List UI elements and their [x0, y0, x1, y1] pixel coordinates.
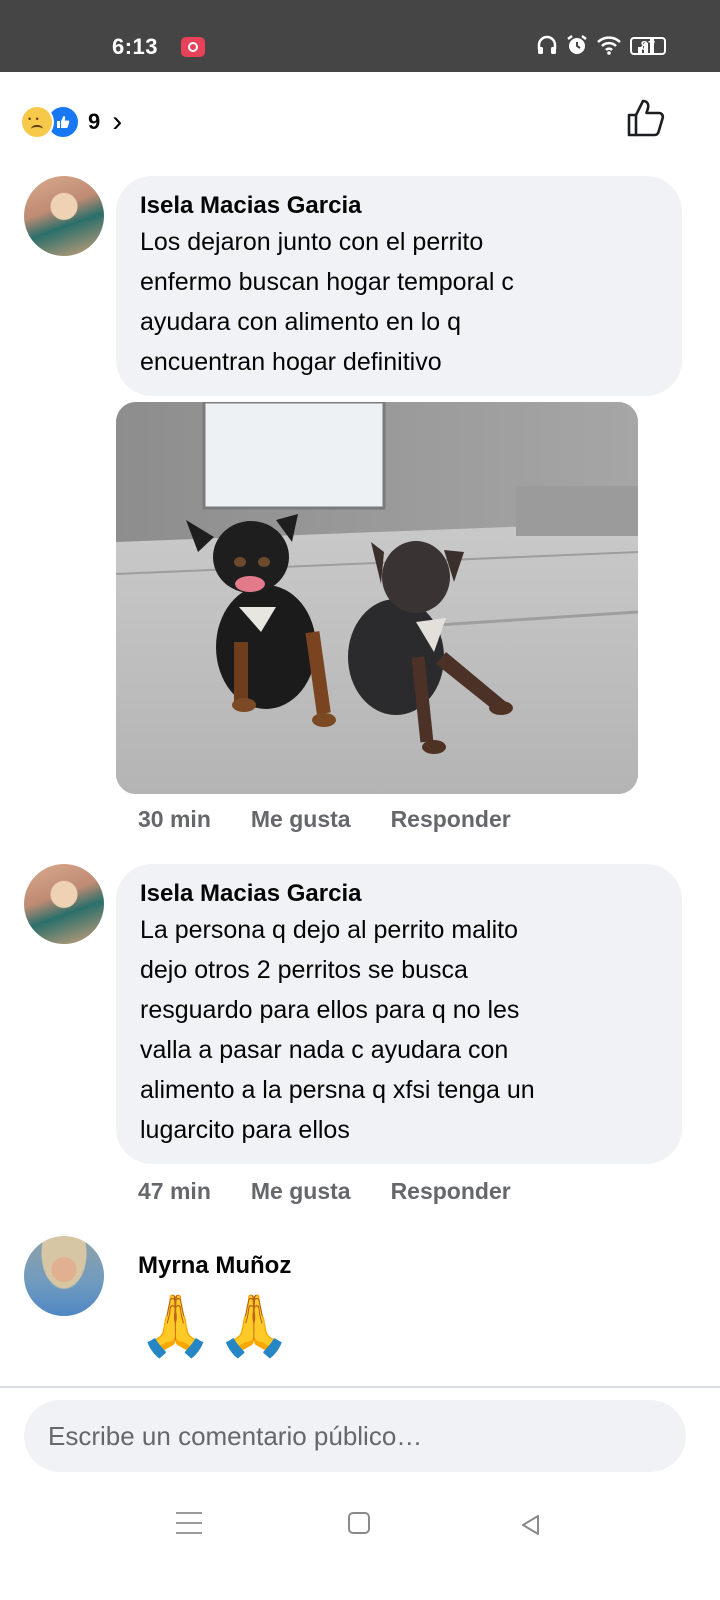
alarm-icon: [567, 35, 587, 54]
screen-record-icon: [181, 37, 205, 57]
comment-bubble[interactable]: Isela Macias Garcia Los dejaron junto co…: [116, 176, 682, 396]
comment-text-line: ayudara con alimento en lo q: [140, 308, 462, 336]
status-time: 6:13: [112, 34, 159, 59]
comment-author[interactable]: Isela Macias Garcia: [140, 190, 658, 222]
avatar[interactable]: [24, 176, 104, 256]
headphones-icon: [537, 35, 557, 54]
comment-text-line: Los dejaron junto con el perrito: [140, 228, 484, 256]
comment-text-line: La persona q dejo al perrito malito: [140, 916, 519, 944]
comment-text-line: alimento a la persna q xfsi tenga un: [140, 1076, 535, 1104]
chevron-right-icon[interactable]: ›: [112, 107, 122, 137]
comment-actions: 47 min Me gusta Responder: [138, 1178, 551, 1205]
comment-author[interactable]: Isela Macias Garcia: [140, 878, 658, 910]
reactions-summary[interactable]: 9 ›: [20, 100, 122, 144]
comment-input[interactable]: Escribe un comentario público…: [24, 1400, 686, 1472]
avatar[interactable]: [24, 864, 104, 944]
comment-text-line: enfermo buscan hogar temporal c: [140, 268, 514, 296]
comment-text-line: resguardo para ellos para q no les: [140, 996, 520, 1024]
comment-bubble[interactable]: Isela Macias Garcia La persona q dejo al…: [116, 864, 682, 1164]
like-comment-button[interactable]: Me gusta: [251, 1178, 351, 1205]
comment-text-line: lugarcito para ellos: [140, 1116, 350, 1144]
divider: [0, 1386, 720, 1388]
like-comment-button[interactable]: Me gusta: [251, 806, 351, 833]
recent-apps-icon[interactable]: [176, 1512, 202, 1534]
status-bar: 6:13 . 87: [0, 0, 720, 72]
comment-time: 30 min: [138, 806, 211, 832]
avatar[interactable]: [24, 1236, 104, 1316]
comment-emoji: 🙏🙏: [138, 1292, 296, 1359]
comment-actions: 30 min Me gusta Responder: [138, 806, 551, 833]
battery-icon: 87: [630, 37, 666, 55]
system-nav-bar: [0, 1490, 720, 1600]
wifi-icon: [597, 36, 621, 55]
reaction-count: 9: [88, 109, 101, 134]
comment-time: 47 min: [138, 1178, 211, 1204]
home-icon[interactable]: [348, 1512, 370, 1534]
comment-photo[interactable]: [116, 402, 638, 794]
puppies-photo-image: [116, 402, 638, 794]
like-button-icon[interactable]: [624, 96, 668, 140]
comment-author[interactable]: Myrna Muñoz: [138, 1250, 291, 1282]
comment-text: La persona q dejo al perrito malito dejo…: [140, 910, 658, 1150]
comment-text-line: valla a pasar nada c ayudara con: [140, 1036, 509, 1064]
comment-text-line: dejo otros 2 perritos se busca: [140, 956, 468, 984]
reply-button[interactable]: Responder: [391, 1178, 511, 1205]
back-icon[interactable]: [518, 1512, 544, 1538]
sad-reaction-icon: [20, 105, 54, 139]
comment-text-line: encuentran hogar definitivo: [140, 348, 442, 376]
comment-text: Los dejaron junto con el perrito enfermo…: [140, 222, 658, 382]
reply-button[interactable]: Responder: [391, 806, 511, 833]
